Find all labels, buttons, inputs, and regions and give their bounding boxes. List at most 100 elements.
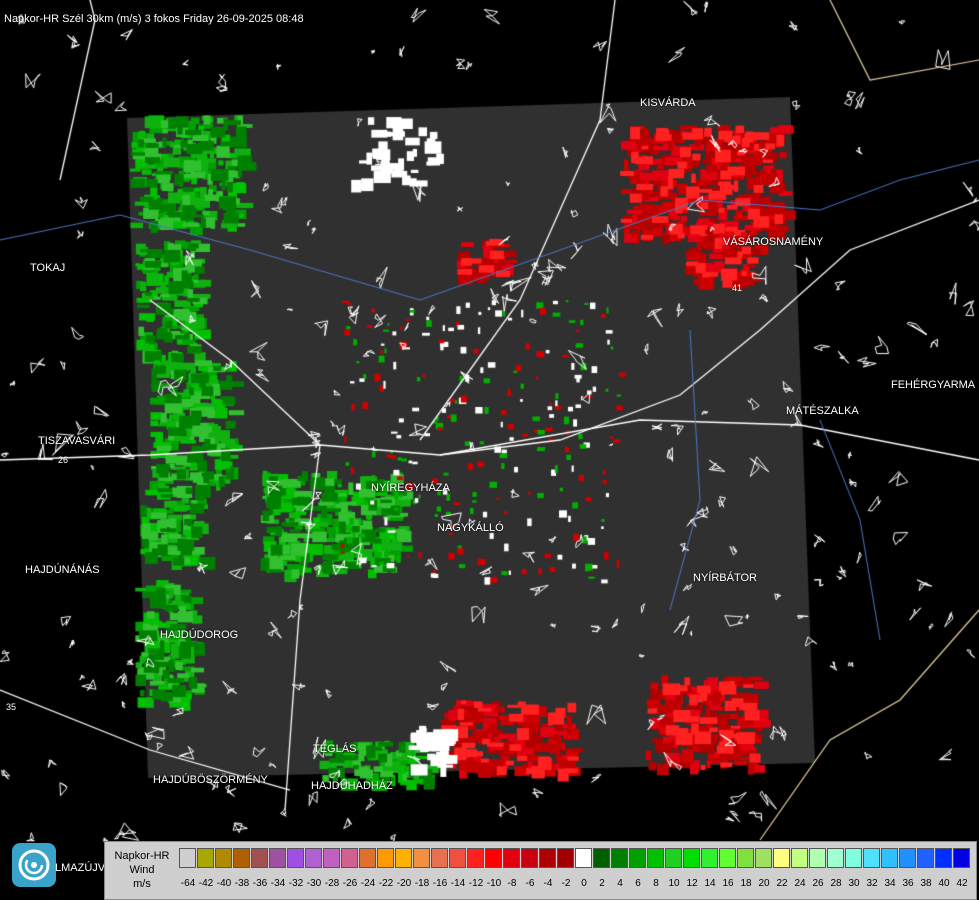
swirl-logo-icon [18,849,50,881]
legend-tick-label: -36 [252,878,268,889]
legend-swatch [863,848,880,868]
legend-tick-label: 32 [866,878,878,889]
legend-tick-label: -22 [378,878,394,889]
legend-swatch [647,848,664,868]
legend-tick-label: 42 [956,878,968,889]
legend-swatch [575,848,592,868]
legend-swatch [737,848,754,868]
legend-tick-label: 18 [740,878,752,889]
legend-swatch [917,848,934,868]
legend-swatch [233,848,250,868]
legend-swatch [557,848,574,868]
legend-tick-label: -28 [324,878,340,889]
legend-tick-label: 10 [668,878,680,889]
legend-swatch [341,848,358,868]
legend-tick-label: 38 [920,878,932,889]
legend-tick-label: 20 [758,878,770,889]
legend-tick-label: 12 [686,878,698,889]
legend-tick-label: -12 [468,878,484,889]
place-teglas: TÉGLÁS [313,743,357,755]
legend-tick-label: 22 [776,878,788,889]
legend-tick-label: -8 [507,878,517,889]
legend-swatch [629,848,646,868]
legend-tick-label: -18 [414,878,430,889]
legend-product: Napkor-HR Wind m/s [111,849,173,891]
legend-tick-label: 6 [635,878,641,889]
legend-tick-label: -20 [396,878,412,889]
radar-map [0,0,979,900]
legend-tick-label: -32 [288,878,304,889]
legend-tick-label: -16 [432,878,448,889]
legend-swatch [305,848,322,868]
road-number-35: 35 [6,702,17,712]
legend-tick-label: 4 [617,878,623,889]
place-fehergyarmat: FEHÉRGYARMA [891,379,976,391]
legend-tick-label: 8 [653,878,659,889]
place-hajduboszormeny: HAJDÚBÖSZÖRMÉNY [153,774,268,786]
legend-swatch [881,848,898,868]
legend-tick-label: -4 [543,878,553,889]
legend-quantity: Wind [129,864,155,876]
place-nyirbator: NYÍRBÁTOR [693,572,757,584]
legend-swatch [521,848,538,868]
legend-swatch [593,848,610,868]
legend-swatch [395,848,412,868]
legend-tick-label: 26 [812,878,824,889]
legend-tick-label: -34 [270,878,286,889]
legend-swatch [179,848,196,868]
legend-swatch [287,848,304,868]
place-hajduhadhaz: HAJDÚHADHÁZ [311,780,393,792]
legend-swatch [935,848,952,868]
legend-swatch [251,848,268,868]
legend-swatch [845,848,862,868]
legend-swatch [323,848,340,868]
legend-unit: m/s [133,878,151,890]
legend-swatch [359,848,376,868]
legend-tick-label: -10 [486,878,502,889]
legend-swatch [413,848,430,868]
legend-swatch [683,848,700,868]
legend-tick-label: 40 [938,878,950,889]
legend-swatch [503,848,520,868]
legend-tick-label: -64 [180,878,196,889]
place-vasarosnameny: VÁSÁROSNAMÉNY [723,236,824,248]
legend-tick-label: -14 [450,878,466,889]
legend-ticks: -64 -42 -40 -38 -36 -34 -32 -30 -28 -26 -24 -22 -20-… [179,878,971,889]
legend-tick-label: 36 [902,878,914,889]
legend-swatch [611,848,628,868]
legend-tick-label: 24 [794,878,806,889]
place-tiszavasvari: TISZAVASVÁRI [38,435,116,447]
legend-swatch [773,848,790,868]
legend-tick-label: -6 [525,878,535,889]
legend-swatch [377,848,394,868]
legend-tick-label: 2 [599,878,605,889]
place-tokaj: TOKAJ [30,262,66,274]
place-nagykallo: NAGYKÁLLÓ [437,522,504,534]
legend-swatch [701,848,718,868]
legend-swatch [899,848,916,868]
legend-tick-label: -2 [561,878,571,889]
road-number-26: 26 [58,455,69,465]
legend-swatch [197,848,214,868]
legend-swatch [665,848,682,868]
place-hajdunanas: HAJDÚNÁNÁS [25,564,100,576]
met-service-logo [12,843,56,887]
map-title: Napkor-HR Szél 30km (m/s) 3 fokos Friday… [4,13,304,25]
legend-tick-label: 14 [704,878,716,889]
legend-swatches [179,848,971,868]
legend-product-name: Napkor-HR [114,850,170,862]
legend-tick-label: 30 [848,878,860,889]
road-number-41: 41 [732,283,743,293]
legend-tick-label: -30 [306,878,322,889]
legend-tick-label: 28 [830,878,842,889]
legend-swatch [269,848,286,868]
legend-swatch [953,848,970,868]
legend-swatch [215,848,232,868]
legend-tick-label: 34 [884,878,896,889]
legend-swatch [791,848,808,868]
legend-swatch [827,848,844,868]
legend-tick-label: -26 [342,878,358,889]
legend-swatch [449,848,466,868]
legend-tick-label: -42 [198,878,214,889]
legend-swatch [755,848,772,868]
